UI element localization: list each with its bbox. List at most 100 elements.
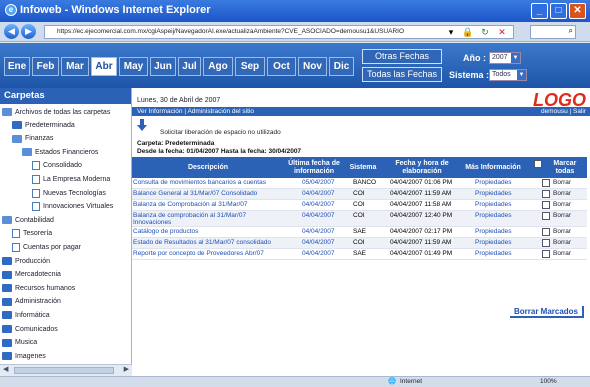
sidebar-item[interactable]: Musica	[2, 337, 37, 349]
month-tab-ene[interactable]: Ene	[4, 57, 30, 76]
month-tab-oct[interactable]: Oct	[267, 57, 296, 76]
row-borrar-checkbox[interactable]	[542, 190, 550, 198]
scroll-left-icon[interactable]: ◀	[3, 365, 8, 373]
sidebar-item[interactable]: Estados Financieros	[22, 146, 98, 158]
sidebar-item[interactable]: Producción	[2, 255, 50, 267]
close-button[interactable]: ✕	[569, 3, 586, 19]
folder-icon	[2, 284, 12, 293]
otras-fechas-button[interactable]: Otras Fechas	[362, 49, 442, 64]
row-borrar-label: Borrar	[553, 201, 572, 208]
row-description[interactable]: Balanza de comprobación al 31/Mar/07 Inn…	[133, 212, 283, 226]
folder-icon	[2, 297, 12, 306]
col-ultima-fecha: Última fecha de información	[288, 159, 340, 175]
sidebar-scrollbar[interactable]: ◀ ▶	[0, 364, 132, 376]
ie-logo-icon: e	[5, 4, 17, 16]
sidebar-item[interactable]: Tesorería	[12, 228, 52, 240]
sidebar-item[interactable]: Consolidado	[32, 160, 82, 172]
row-borrar-checkbox[interactable]	[542, 250, 550, 258]
todas-fechas-button[interactable]: Todas las Fechas	[362, 67, 442, 82]
row-ultima-fecha: 04/04/2007	[302, 212, 335, 219]
marcar-todas-checkbox[interactable]	[534, 159, 542, 168]
maximize-button[interactable]: □	[550, 3, 567, 19]
row-description[interactable]: Catálogo de productos	[133, 228, 283, 235]
row-propiedades-link[interactable]: Propiedades	[475, 189, 512, 199]
nav-bar: Ver Información | Administración del sit…	[132, 107, 590, 116]
sidebar-item[interactable]: Nuevas Tecnologías	[32, 187, 106, 199]
document-icon	[32, 188, 40, 198]
sidebar-item[interactable]: Predeterminada	[12, 119, 75, 131]
sistema-select[interactable]: Todos	[489, 69, 527, 81]
month-tab-ago[interactable]: Ago	[203, 57, 233, 76]
sidebar-item[interactable]: Finanzas	[12, 133, 53, 145]
month-tab-jul[interactable]: Jul	[178, 57, 201, 76]
solicitar-link[interactable]: Solicitar liberación de espacio no utili…	[160, 129, 281, 136]
row-description[interactable]: Consulta de movimientos bancarios a cuen…	[133, 179, 283, 186]
search-field[interactable]: ⌕	[530, 25, 576, 39]
zoom-level[interactable]: 100%	[540, 377, 557, 387]
stop-icon[interactable]: ✕	[495, 25, 509, 39]
sistema-label: Sistema :	[449, 70, 490, 80]
row-propiedades-link[interactable]: Propiedades	[475, 211, 512, 221]
row-sistema: SAE	[353, 228, 367, 235]
row-description[interactable]: Balanza de Comprobación al 31/Mar/07	[133, 201, 283, 208]
row-borrar-label: Borrar	[553, 179, 572, 186]
month-tab-may[interactable]: May	[119, 57, 148, 76]
month-tab-mar[interactable]: Mar	[61, 57, 89, 76]
folder-icon	[2, 108, 12, 116]
sidebar-item[interactable]: Contabilidad	[2, 214, 54, 226]
lock-icon[interactable]: 🔒	[461, 25, 475, 39]
month-tab-feb[interactable]: Feb	[32, 57, 59, 76]
row-borrar-checkbox[interactable]	[542, 201, 550, 209]
month-tab-nov[interactable]: Nov	[298, 57, 327, 76]
search-icon[interactable]: ⌕	[569, 26, 573, 35]
download-arrow-icon[interactable]	[137, 119, 147, 131]
row-propiedades-link[interactable]: Propiedades	[475, 227, 512, 237]
user-links[interactable]: demousu | Salir	[541, 107, 586, 116]
row-ultima-fecha: 04/04/2007	[302, 228, 335, 235]
row-borrar-checkbox[interactable]	[542, 228, 550, 236]
row-borrar-checkbox[interactable]	[542, 212, 550, 220]
refresh-icon[interactable]: ↻	[478, 25, 492, 39]
row-borrar-label: Borrar	[553, 228, 572, 235]
marcar-todas[interactable]: Marcar todas	[534, 157, 586, 178]
dropdown-icon[interactable]: ▾	[444, 25, 458, 39]
row-borrar-checkbox[interactable]	[542, 179, 550, 187]
row-sistema: BANCO	[353, 179, 377, 186]
window-titlebar: e Infoweb - Windows Internet Explorer _ …	[0, 0, 590, 22]
sidebar-item[interactable]: La Empresa Moderna	[32, 173, 110, 185]
sidebar-item[interactable]: Informática	[2, 309, 50, 321]
table-row: Balanza de Comprobación al 31/Mar/07 04/…	[132, 200, 587, 211]
table-row: Estado de Resultados al 31/Mar/07 consol…	[132, 238, 587, 249]
forward-icon[interactable]: ▶	[21, 24, 36, 39]
row-propiedades-link[interactable]: Propiedades	[475, 178, 512, 188]
nav-links[interactable]: Ver Información | Administración del sit…	[137, 108, 254, 115]
row-borrar-label: Borrar	[553, 250, 572, 257]
anio-select[interactable]: 2007	[489, 52, 521, 64]
borrar-marcados-button[interactable]: Borrar Marcados	[510, 306, 584, 318]
month-tab-sep[interactable]: Sep	[235, 57, 265, 76]
scroll-right-icon[interactable]: ▶	[124, 365, 129, 373]
sidebar-item[interactable]: Mercadotecnia	[2, 269, 61, 281]
month-tab-jun[interactable]: Jun	[150, 57, 176, 76]
month-tab-dic[interactable]: Dic	[329, 57, 354, 76]
row-description[interactable]: Reporte por concepto de Proveedores Abr/…	[133, 250, 283, 257]
sidebar-item[interactable]: Cuentas por pagar	[12, 241, 81, 253]
row-propiedades-link[interactable]: Propiedades	[475, 200, 512, 210]
minimize-button[interactable]: _	[531, 3, 548, 19]
table-row: Balance General al 31/Mar/07 Consolidado…	[132, 189, 587, 200]
sidebar-item[interactable]: Comunicados	[2, 323, 58, 335]
scroll-thumb[interactable]	[14, 367, 114, 374]
month-tab-abr[interactable]: Abr	[91, 57, 117, 76]
document-icon	[32, 161, 40, 171]
sidebar-item[interactable]: Imagenes	[2, 350, 46, 362]
sidebar-item[interactable]: Recursos humanos	[2, 282, 75, 294]
row-description[interactable]: Balance General al 31/Mar/07 Consolidado	[133, 190, 283, 197]
row-borrar-checkbox[interactable]	[542, 239, 550, 247]
row-propiedades-link[interactable]: Propiedades	[475, 238, 512, 248]
back-icon[interactable]: ◀	[4, 24, 19, 39]
row-propiedades-link[interactable]: Propiedades	[475, 249, 512, 259]
row-description[interactable]: Estado de Resultados al 31/Mar/07 consol…	[133, 239, 283, 246]
sidebar-item[interactable]: Administración	[2, 296, 61, 308]
sidebar-item-root[interactable]: Archivos de todas las carpetas	[2, 106, 110, 118]
sidebar-item[interactable]: Innovaciones Virtuales	[32, 201, 113, 213]
